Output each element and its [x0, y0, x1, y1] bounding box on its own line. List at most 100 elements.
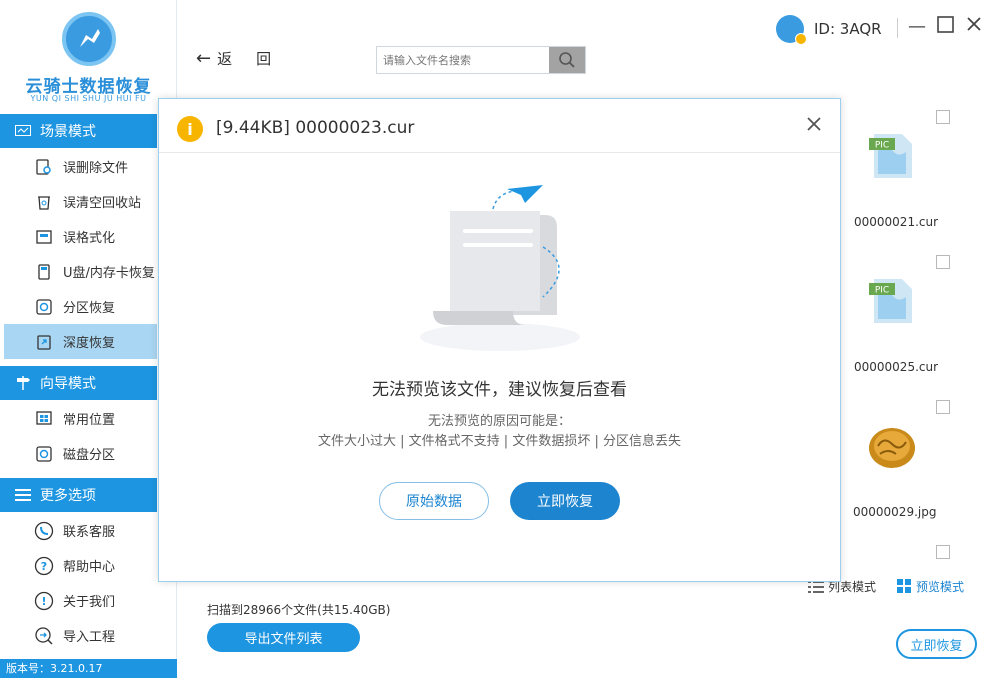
sidebar-item-label: 分区恢复	[63, 301, 116, 316]
reason-list: 文件大小过大 | 文件格式不支持 | 文件数据损坏 | 分区信息丢失	[318, 434, 681, 449]
svg-text:?: ?	[41, 560, 47, 573]
back-button[interactable]: ← 返 回	[196, 48, 271, 69]
sidebar-item-usb-card[interactable]: U盘/内存卡恢复	[0, 254, 157, 289]
signpost-icon	[14, 376, 32, 390]
deep-recovery-icon	[34, 332, 54, 352]
dialog-recover-button[interactable]: 立即恢复	[510, 482, 620, 520]
help-icon: ?	[34, 556, 54, 576]
search-button[interactable]	[549, 47, 585, 73]
sidebar-item-contact-support[interactable]: 联系客服	[0, 513, 157, 548]
logo-emblem-icon	[62, 12, 116, 66]
export-file-list-button[interactable]: 导出文件列表	[207, 623, 360, 652]
close-window-button[interactable]	[966, 16, 982, 37]
vip-badge-icon	[795, 33, 807, 45]
file-name: 00000025.cur	[854, 360, 939, 374]
section-scene-mode[interactable]: 场景模式	[0, 114, 157, 148]
sidebar-item-format[interactable]: 误格式化	[0, 219, 157, 254]
dialog-title: [9.44KB] 00000023.cur	[216, 118, 415, 138]
sidebar-item-recycle-bin[interactable]: 误清空回收站	[0, 184, 157, 219]
menu-icon	[14, 488, 32, 502]
info-icon: i	[177, 116, 203, 142]
section-label: 更多选项	[40, 488, 96, 504]
file-checkbox[interactable]	[936, 545, 950, 559]
sidebar-item-label: 帮助中心	[63, 560, 116, 575]
pic-file-icon[interactable]: PIC	[866, 130, 918, 182]
preview-dialog: i [9.44KB] 00000023.cur 无法预览该文件，建议恢复后查看 …	[158, 98, 841, 582]
windows-icon	[34, 409, 54, 429]
no-preview-message: 无法预览该文件，建议恢复后查看	[372, 380, 627, 400]
sidebar-item-label: 误删除文件	[63, 161, 129, 176]
sidebar-item-deep-recovery[interactable]: 深度恢复	[4, 324, 157, 359]
sidebar-item-disk-partition[interactable]: 磁盘分区	[0, 436, 157, 471]
app-logo: 云骑士数据恢复 YUN QI SHI SHU JU HUI FU	[0, 0, 177, 112]
maximize-button[interactable]	[937, 16, 954, 38]
sidebar-item-label: 磁盘分区	[63, 448, 116, 463]
section-label: 场景模式	[40, 124, 96, 140]
search-box	[376, 46, 586, 74]
no-preview-illustration	[415, 185, 585, 355]
sidebar-item-deleted-files[interactable]: 误删除文件	[0, 149, 157, 184]
file-name: 00000029.jpg	[853, 505, 937, 519]
info-exclamation-icon: !	[34, 591, 54, 611]
avatar	[776, 15, 807, 45]
search-input[interactable]	[377, 47, 551, 73]
file-checkbox[interactable]	[936, 255, 950, 269]
file-search-icon	[34, 157, 54, 177]
monitor-icon	[14, 124, 32, 138]
back-label-2: 回	[256, 50, 272, 68]
sidebar-item-label: 误清空回收站	[63, 196, 142, 211]
sidebar-item-label: 误格式化	[63, 231, 116, 246]
close-icon	[967, 17, 981, 31]
version-label: 版本号：3.21.0.17	[0, 659, 177, 678]
section-wizard-mode[interactable]: 向导模式	[0, 366, 157, 400]
minimize-icon: —	[908, 16, 926, 37]
maximize-icon	[937, 16, 954, 33]
section-more-options[interactable]: 更多选项	[0, 478, 157, 512]
file-checkbox[interactable]	[936, 400, 950, 414]
grid-icon	[897, 579, 911, 593]
preview-mode-toggle[interactable]: 预览模式	[897, 578, 964, 595]
scan-info: 扫描到28966个文件(共15.40GB)	[207, 603, 391, 617]
dialog-header: i [9.44KB] 00000023.cur	[159, 99, 840, 153]
user-id: ID: 3AQR	[814, 20, 882, 38]
sidebar-item-label: 导入工程	[63, 630, 116, 645]
phone-icon	[34, 521, 54, 541]
image-thumbnail[interactable]	[866, 422, 918, 474]
recover-now-button[interactable]: 立即恢复	[896, 629, 977, 659]
usb-card-icon	[34, 262, 54, 282]
sidebar-item-label: 关于我们	[63, 595, 116, 610]
sidebar-item-label: 联系客服	[63, 525, 116, 540]
svg-text:!: !	[41, 595, 46, 608]
sidebar-item-partition[interactable]: 分区恢复	[0, 289, 157, 324]
sidebar-item-about-us[interactable]: ! 关于我们	[0, 583, 157, 618]
file-checkbox[interactable]	[936, 110, 950, 124]
minimize-button[interactable]: —	[908, 16, 926, 37]
import-icon	[34, 626, 54, 646]
section-label: 向导模式	[40, 376, 96, 392]
back-label-1: 返	[217, 50, 233, 68]
pic-file-icon[interactable]: PIC	[866, 275, 918, 327]
svg-text:PIC: PIC	[875, 286, 889, 296]
sidebar-item-import-project[interactable]: 导入工程	[0, 618, 157, 653]
logo-subtitle: YUN QI SHI SHU JU HUI FU	[30, 94, 147, 103]
user-id-area[interactable]: ID: 3AQR	[776, 15, 882, 45]
arrow-left-icon: ←	[196, 48, 212, 69]
raw-data-button[interactable]: 原始数据	[379, 482, 489, 520]
close-icon	[807, 117, 821, 131]
svg-text:PIC: PIC	[875, 141, 889, 151]
sidebar-item-help-center[interactable]: ? 帮助中心	[0, 548, 157, 583]
sidebar-item-label: U盘/内存卡恢复	[63, 266, 155, 281]
divider	[897, 18, 898, 38]
disk-format-icon	[34, 227, 54, 247]
dialog-close-button[interactable]	[806, 113, 822, 138]
disk-icon	[34, 444, 54, 464]
reason-heading: 无法预览的原因可能是：	[427, 414, 571, 429]
preview-mode-label: 预览模式	[916, 580, 965, 594]
recycle-bin-icon	[34, 192, 54, 212]
file-name: 00000021.cur	[854, 215, 939, 229]
search-icon	[559, 52, 575, 68]
sidebar-item-common-locations[interactable]: 常用位置	[0, 401, 157, 436]
sidebar: 云骑士数据恢复 YUN QI SHI SHU JU HUI FU 场景模式 误删…	[0, 0, 177, 678]
partition-icon	[34, 297, 54, 317]
sidebar-item-label: 深度恢复	[63, 336, 116, 351]
